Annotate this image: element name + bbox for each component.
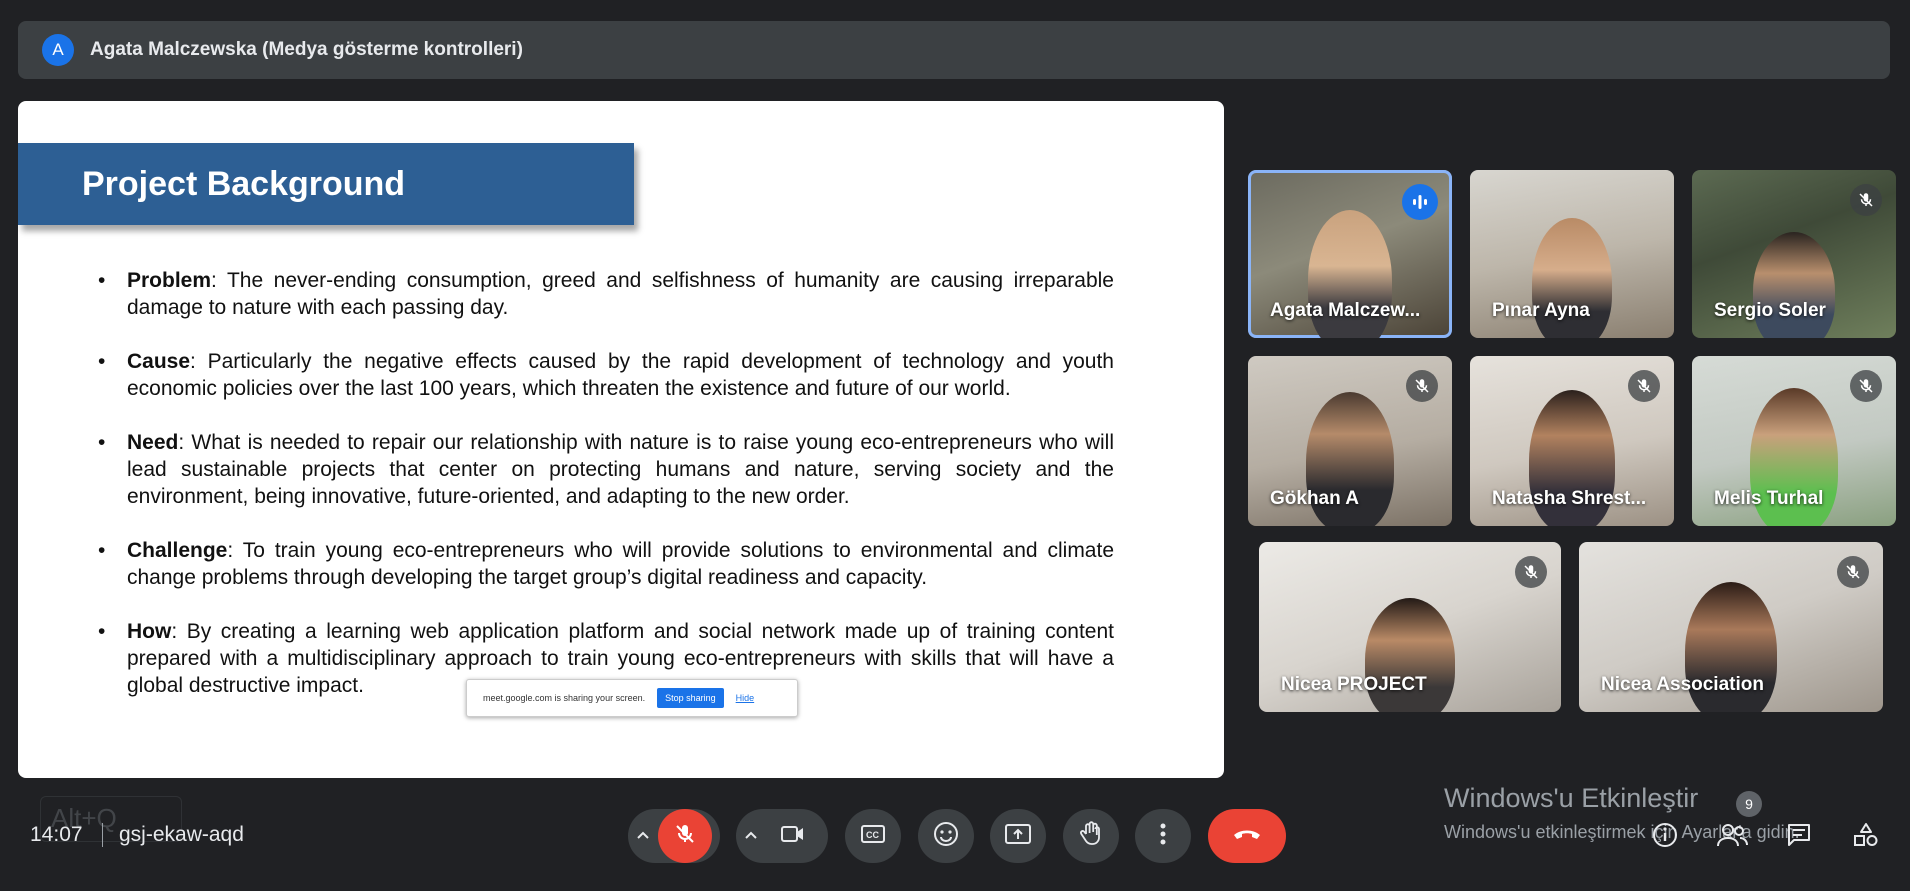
camera-icon xyxy=(780,823,806,850)
emoji-reaction-button[interactable] xyxy=(918,809,974,863)
chat-icon xyxy=(1785,821,1813,854)
meeting-time: 14:07 xyxy=(30,823,83,846)
leave-call-button[interactable] xyxy=(1208,809,1286,863)
people-button[interactable] xyxy=(1712,817,1752,857)
captions-button[interactable]: CC xyxy=(845,809,901,863)
camera-options-chevron-icon[interactable] xyxy=(736,809,766,863)
mic-off-icon xyxy=(1850,370,1882,402)
emoji-icon xyxy=(932,820,960,853)
slide-bullet: Cause: Particularly the negative effects… xyxy=(98,348,1114,402)
bullet-text: : Particularly the negative effects caus… xyxy=(127,350,1114,400)
svg-text:CC: CC xyxy=(866,830,879,840)
participant-name: Gökhan A xyxy=(1270,488,1360,509)
meeting-details-button[interactable] xyxy=(1645,817,1685,857)
participant-tile[interactable]: Pınar Ayna xyxy=(1470,170,1674,338)
participant-name: Agata Malczew... xyxy=(1270,300,1421,321)
mic-off-icon xyxy=(1628,370,1660,402)
slide-bullet-list: Problem: The never-ending consumption, g… xyxy=(98,267,1114,726)
mic-control-group xyxy=(628,809,720,863)
captions-icon: CC xyxy=(860,824,886,849)
participant-tile[interactable]: Melis Turhal xyxy=(1692,356,1896,526)
camera-toggle-button[interactable] xyxy=(766,809,820,863)
participant-name: Nicea Association xyxy=(1601,674,1764,695)
participant-tile[interactable]: Gökhan A xyxy=(1248,356,1452,526)
mic-off-icon xyxy=(1515,556,1547,588)
participant-tile[interactable]: Natasha Shrest... xyxy=(1470,356,1674,526)
bullet-term: Challenge xyxy=(127,539,228,562)
presenter-avatar: A xyxy=(42,34,74,66)
activation-watermark-title: Windows'u Etkinleştir xyxy=(1444,783,1699,813)
people-icon xyxy=(1716,822,1748,853)
participant-video xyxy=(1753,232,1835,338)
hide-notice-link[interactable]: Hide xyxy=(736,693,755,703)
slide-bullet: Challenge: To train young eco-entreprene… xyxy=(98,537,1114,591)
presenter-label: Agata Malczewska (Medya gösterme kontrol… xyxy=(90,39,523,60)
participant-tile[interactable]: Sergio Soler xyxy=(1692,170,1896,338)
shared-screen: Project Background Problem: The never-en… xyxy=(18,101,1224,778)
presenter-bar[interactable]: A Agata Malczewska (Medya gösterme kontr… xyxy=(18,21,1890,79)
bullet-term: How xyxy=(127,620,172,643)
bullet-term: Need xyxy=(127,431,179,454)
slide-title-bar: Project Background xyxy=(18,143,634,225)
meeting-code[interactable]: gsj-ekaw-aqd xyxy=(119,823,244,847)
activities-icon xyxy=(1852,821,1880,854)
bullet-term: Cause xyxy=(127,350,191,373)
people-count-badge: 9 xyxy=(1736,791,1762,817)
bullet-term: Problem xyxy=(127,269,212,292)
stop-sharing-button[interactable]: Stop sharing xyxy=(657,688,724,708)
participant-tile[interactable]: Agata Malczew... xyxy=(1248,170,1452,338)
bullet-text: : The never-ending consumption, greed an… xyxy=(127,269,1114,319)
mic-off-icon xyxy=(1850,184,1882,216)
mic-options-chevron-icon[interactable] xyxy=(628,809,658,863)
bullet-text: : What is needed to repair our relations… xyxy=(127,431,1114,508)
participant-tile[interactable]: Nicea PROJECT xyxy=(1259,542,1561,712)
mic-off-icon xyxy=(673,822,697,851)
activities-button[interactable] xyxy=(1846,817,1886,857)
bullet-text: : To train young eco-entrepreneurs who w… xyxy=(127,539,1114,589)
chat-button[interactable] xyxy=(1779,817,1819,857)
participant-name: Nicea PROJECT xyxy=(1281,674,1427,695)
hangup-icon xyxy=(1231,826,1263,847)
more-options-icon xyxy=(1159,822,1167,851)
screen-share-notice: meet.google.com is sharing your screen. … xyxy=(466,679,798,717)
mic-off-icon xyxy=(1406,370,1438,402)
raise-hand-icon xyxy=(1078,820,1104,853)
slide-bullet: Need: What is needed to repair our relat… xyxy=(98,429,1114,510)
mic-off-icon xyxy=(1837,556,1869,588)
participant-tile[interactable]: Nicea Association xyxy=(1579,542,1883,712)
participant-name: Sergio Soler xyxy=(1714,300,1826,321)
mic-toggle-button[interactable] xyxy=(658,809,712,863)
participant-name: Pınar Ayna xyxy=(1492,300,1590,321)
info-icon xyxy=(1651,821,1679,854)
participant-name: Natasha Shrest... xyxy=(1492,488,1647,509)
more-options-button[interactable] xyxy=(1135,809,1191,863)
slide-bullet: Problem: The never-ending consumption, g… xyxy=(98,267,1114,321)
camera-control-group xyxy=(736,809,828,863)
present-icon xyxy=(1004,822,1032,851)
divider xyxy=(102,823,103,847)
participant-name: Melis Turhal xyxy=(1714,488,1824,509)
raise-hand-button[interactable] xyxy=(1063,809,1119,863)
slide-title: Project Background xyxy=(82,164,406,203)
present-button[interactable] xyxy=(990,809,1046,863)
share-notice-text: meet.google.com is sharing your screen. xyxy=(483,693,646,703)
speaking-indicator-icon xyxy=(1402,184,1438,220)
